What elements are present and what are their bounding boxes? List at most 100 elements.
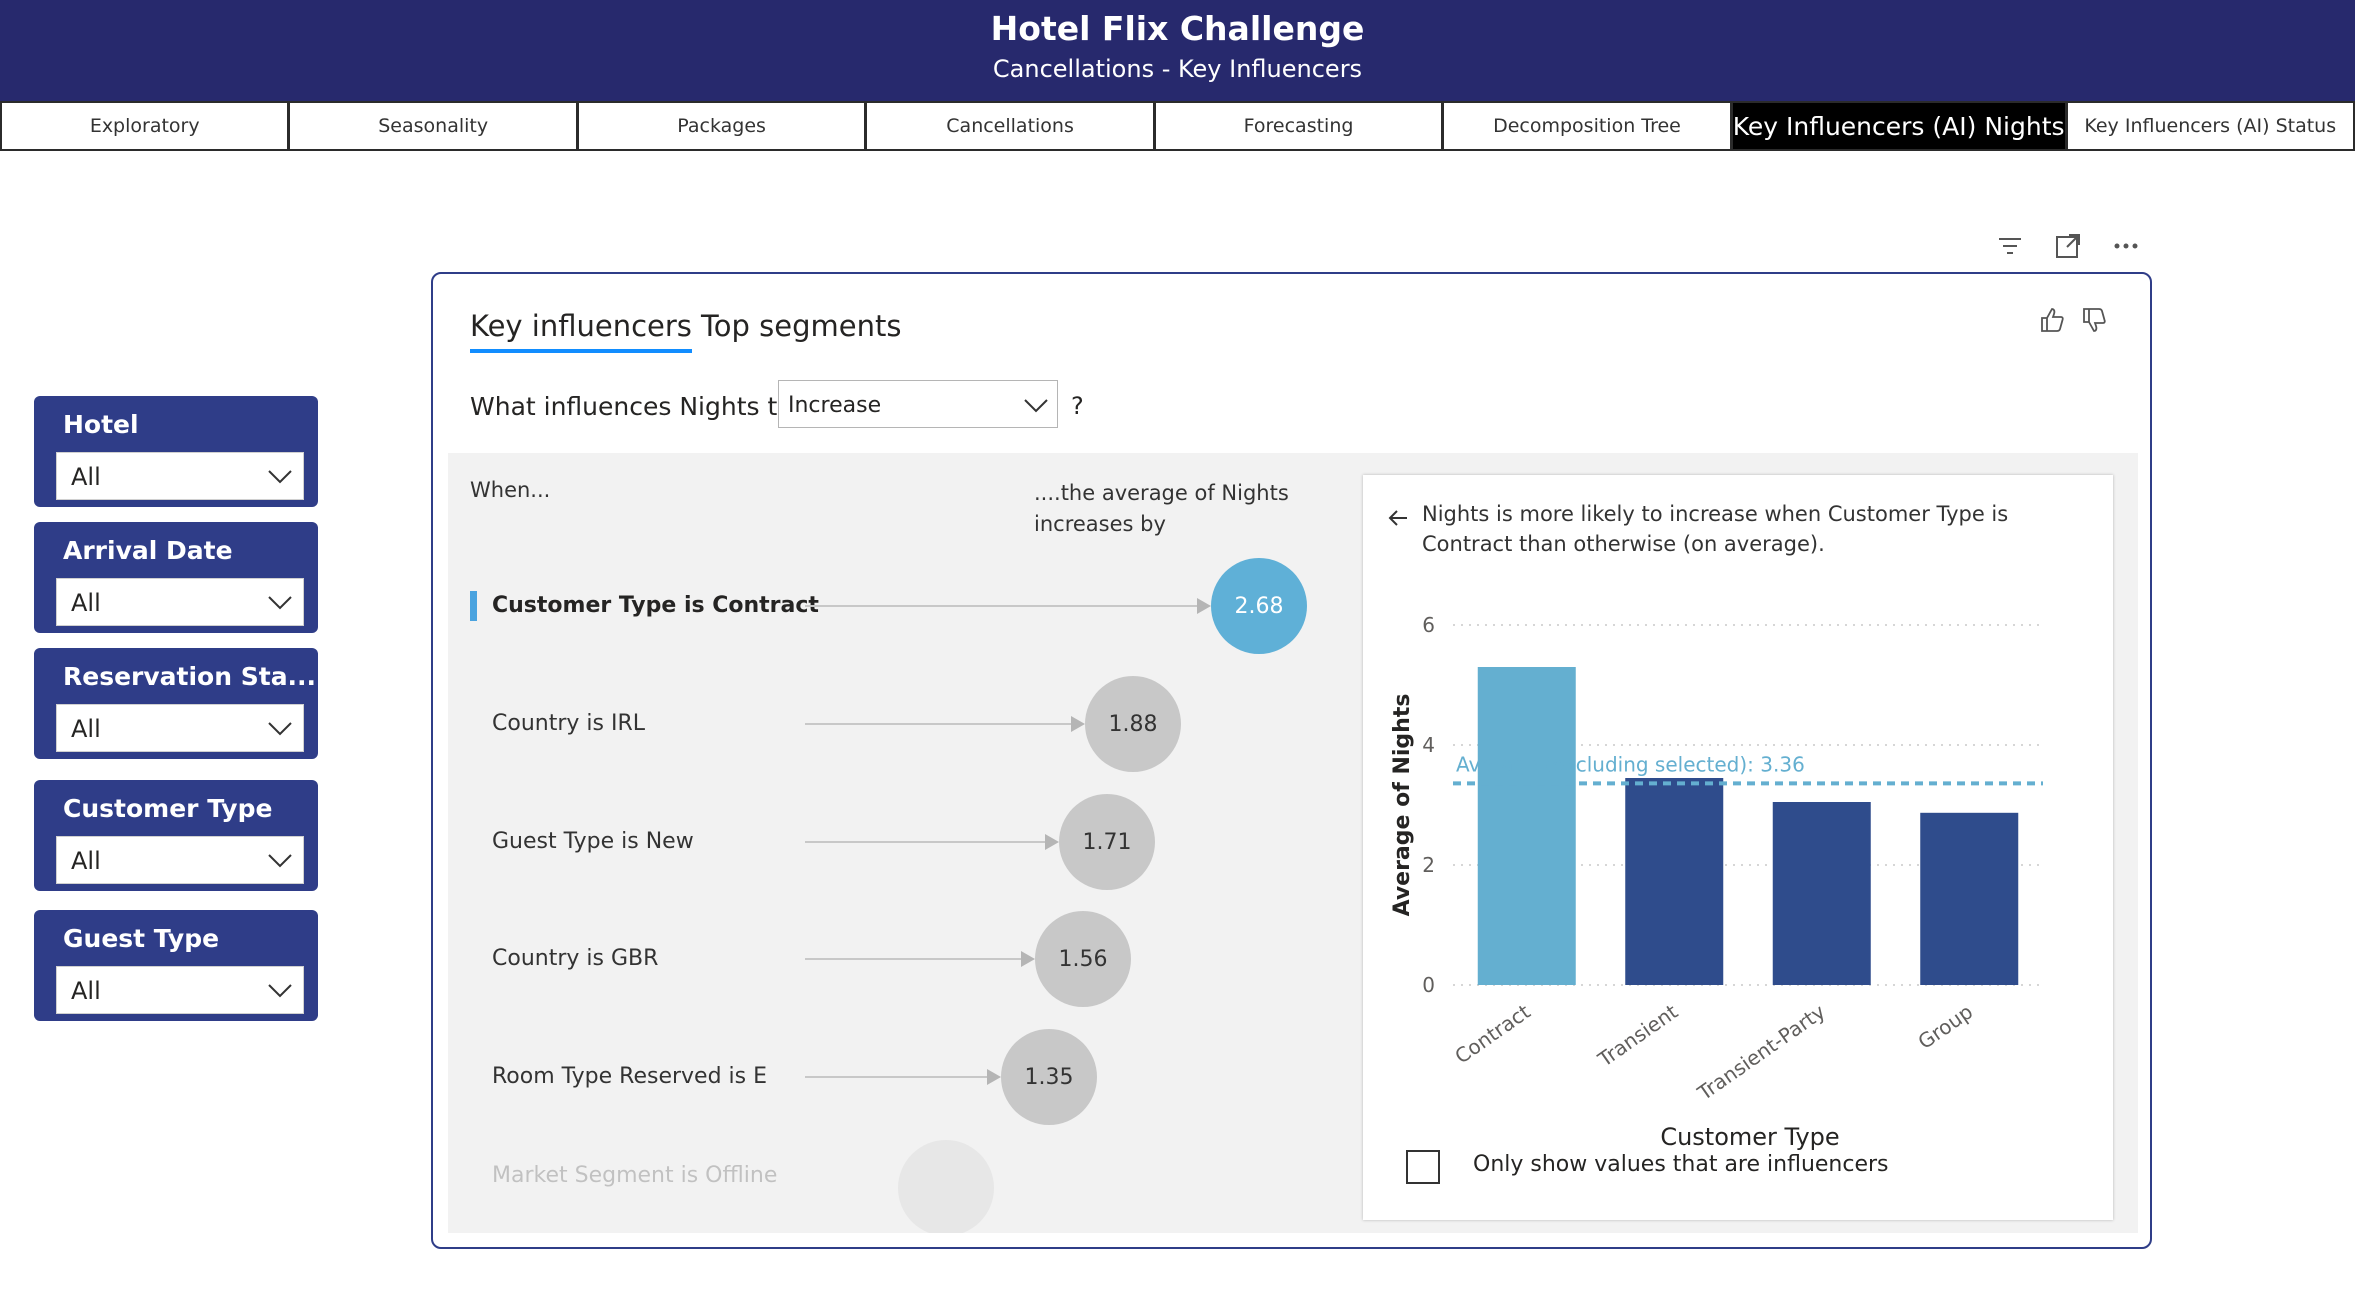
slicer-dropdown[interactable]: All <box>56 578 304 626</box>
bar-transient <box>1625 778 1724 985</box>
slicer-value: All <box>71 463 101 491</box>
slicer-dropdown[interactable]: All <box>56 966 304 1014</box>
checkbox-label: Only show values that are influencers <box>1473 1152 1889 1177</box>
influencer-value-bubble: 1.56 <box>1035 911 1131 1007</box>
influencer-label: Guest Type is New <box>492 829 694 854</box>
arrow-icon <box>1045 834 1059 850</box>
slicer-value: All <box>71 847 101 875</box>
connector-line <box>805 1076 987 1078</box>
arrow-icon <box>987 1069 1001 1085</box>
influencer-row[interactable]: Country is GBR 1.56 <box>448 909 1328 1009</box>
connector-line <box>805 958 1021 960</box>
question-label: What influences Nights to <box>470 392 793 421</box>
slicer-dropdown[interactable]: All <box>56 704 304 752</box>
slicer-guest-type: Guest Type All <box>34 910 318 1021</box>
chevron-down-icon <box>1024 399 1048 413</box>
tab-decomposition-tree[interactable]: Decomposition Tree <box>1443 101 1732 151</box>
slicer-label: Arrival Date <box>63 536 233 565</box>
tab-seasonality[interactable]: Seasonality <box>289 101 578 151</box>
influencer-value-bubble <box>898 1140 994 1233</box>
y-tick-label: 2 <box>1422 853 1435 877</box>
slicer-label: Customer Type <box>63 794 273 823</box>
y-tick-label: 0 <box>1422 973 1435 997</box>
influencer-label: Customer Type is Contract <box>492 593 819 618</box>
tab-key-influencers-status[interactable]: Key Influencers (AI) Status <box>2066 101 2355 151</box>
y-tick-label: 6 <box>1422 613 1435 637</box>
influencer-label: Room Type Reserved is E <box>492 1064 768 1089</box>
influencer-row[interactable]: Room Type Reserved is E 1.35 <box>448 1027 1328 1127</box>
slicer-dropdown[interactable]: All <box>56 452 304 500</box>
influencer-value-bubble: 1.71 <box>1059 794 1155 890</box>
tab-key-influencers-nights[interactable]: Key Influencers (AI) Nights <box>1731 101 2067 151</box>
influencer-row[interactable]: Country is IRL 1.88 <box>448 674 1328 774</box>
tab-exploratory[interactable]: Exploratory <box>0 101 290 151</box>
influencer-label: Country is IRL <box>492 711 645 736</box>
thumbs-down-icon[interactable] <box>2081 306 2107 334</box>
more-options-icon[interactable] <box>2112 232 2140 260</box>
slicer-dropdown[interactable]: All <box>56 836 304 884</box>
chevron-down-icon <box>268 854 292 868</box>
slicer-label: Guest Type <box>63 924 220 953</box>
slicer-label: Hotel <box>63 410 139 439</box>
influencer-row[interactable]: Guest Type is New 1.71 <box>448 792 1328 892</box>
slicer-value: All <box>71 589 101 617</box>
slicer-arrival-date: Arrival Date All <box>34 522 318 633</box>
chevron-down-icon <box>268 984 292 998</box>
influencer-value-bubble: 1.88 <box>1085 676 1181 772</box>
connector-line <box>805 605 1197 607</box>
thumbs-up-icon[interactable] <box>2039 306 2065 334</box>
selection-indicator <box>470 591 477 621</box>
tab-key-influencers[interactable]: Key influencers <box>470 309 692 353</box>
tab-packages[interactable]: Packages <box>577 101 867 151</box>
tab-forecasting[interactable]: Forecasting <box>1154 101 1444 151</box>
connector-line <box>805 841 1045 843</box>
page-tabs: Exploratory Seasonality Packages Cancell… <box>0 101 2355 151</box>
chevron-down-icon <box>268 596 292 610</box>
help-button[interactable]: ? <box>1071 392 1084 420</box>
influencer-label: Market Segment is Offline <box>492 1163 778 1188</box>
chevron-down-icon <box>268 722 292 736</box>
report-title: Hotel Flix Challenge <box>990 9 1365 48</box>
slicer-value: All <box>71 977 101 1005</box>
tab-cancellations[interactable]: Cancellations <box>866 101 1155 151</box>
slicer-label: Reservation Sta... <box>63 662 317 691</box>
arrow-icon <box>1071 716 1085 732</box>
report-subtitle: Cancellations - Key Influencers <box>992 55 1363 83</box>
x-tick-label: Contract <box>1450 999 1534 1068</box>
when-column-header: When... <box>470 478 551 502</box>
chevron-down-icon <box>268 470 292 484</box>
slicer-value: All <box>71 715 101 743</box>
filter-icon[interactable] <box>1996 232 2024 260</box>
arrow-icon <box>1021 951 1035 967</box>
influencers-area: When... ....the average of Nights increa… <box>448 453 2138 1233</box>
direction-dropdown[interactable]: Increase <box>778 380 1058 428</box>
arrow-icon <box>1197 598 1211 614</box>
influencer-value-bubble: 2.68 <box>1211 558 1307 654</box>
slicer-reservation-status: Reservation Sta... All <box>34 648 318 759</box>
focus-mode-icon[interactable] <box>2054 232 2082 260</box>
tab-top-segments[interactable]: Top segments <box>701 309 901 343</box>
feedback-icons <box>2039 306 2107 334</box>
x-tick-label: Transient <box>1593 999 1682 1072</box>
average-line-label: Average (excluding selected): 3.36 <box>1456 752 1805 776</box>
average-column-header: ....the average of Nights increases by <box>1034 481 1289 536</box>
influencer-row[interactable]: Customer Type is Contract 2.68 <box>448 556 1328 656</box>
x-tick-label: Transient-Party <box>1692 999 1829 1105</box>
visual-header-icons <box>1996 232 2140 260</box>
bar-transient-party <box>1772 802 1871 985</box>
customer-type-bar-chart: 0 2 4 6 Contract Transient Transient-Party Grou… <box>1390 613 2043 1151</box>
connector-line <box>805 723 1071 725</box>
influencers-only-checkbox[interactable] <box>1406 1150 1440 1184</box>
influencer-row[interactable]: Market Segment is Offline <box>448 1128 1328 1233</box>
key-influencers-visual: Key influencers Top segments What influe… <box>431 272 2152 1249</box>
slicer-customer-type: Customer Type All <box>34 780 318 891</box>
direction-value: Increase <box>788 393 882 418</box>
slicer-hotel: Hotel All <box>34 396 318 507</box>
bar-group <box>1920 812 2019 985</box>
report-header: Hotel Flix Challenge Cancellations - Key… <box>0 0 2355 101</box>
influencer-value-bubble: 1.35 <box>1001 1029 1097 1125</box>
x-axis-title: Customer Type <box>1660 1123 1839 1151</box>
x-tick-label: Group <box>1913 999 1977 1054</box>
y-axis-title: Average of Nights <box>1390 694 1415 917</box>
detail-panel: Nights is more likely to increase when C… <box>1363 475 2113 1220</box>
